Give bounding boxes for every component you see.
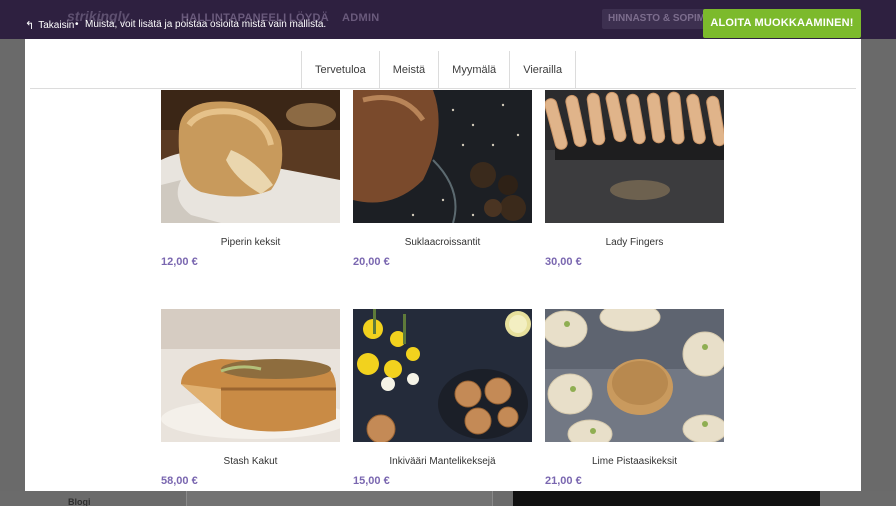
back-label: Takaisin [38, 20, 75, 31]
round-bread-photo [353, 90, 532, 223]
product-card[interactable]: Suklaacroissantit 20,00 € [353, 90, 532, 268]
lady-fingers-photo [545, 90, 724, 223]
almond-cookies-photo [353, 309, 532, 442]
site-navigation: Tervetuloa Meistä Myymälä Vierailla [30, 51, 856, 89]
product-name: Suklaacroissantit [404, 237, 481, 248]
background-editor-left [0, 39, 25, 506]
quiche-photo [161, 309, 340, 442]
background-black-block [513, 491, 820, 506]
editor-topbar: strikingly HALLINTAPANEELI LÖYDÄ ADMIN H… [0, 0, 896, 39]
product-card[interactable]: Lime Pistaasikeksit 21,00 € [545, 309, 724, 487]
product-price: 20,00 € [353, 256, 390, 268]
product-card[interactable]: Inkivääri Mantelikeksejä 15,00 € [353, 309, 532, 487]
product-price: 12,00 € [161, 256, 198, 268]
template-notice: Muista, voit lisätä ja poistaa osioita m… [85, 19, 327, 30]
tab-tervetuloa[interactable]: Tervetuloa [301, 51, 379, 89]
template-preview: Tervetuloa Meistä Myymälä Vierailla Pipe… [25, 39, 861, 491]
background-editor-right [861, 39, 896, 506]
start-editing-button[interactable]: ALOITA MUOKKAAMINEN! [703, 9, 861, 38]
background-field [186, 491, 493, 506]
back-arrow-icon: ↰ [25, 20, 35, 32]
tab-meista[interactable]: Meistä [378, 51, 438, 89]
ghost-pricing-button: HINNASTO & SOPIMUKSET [602, 9, 710, 29]
tab-vierailla[interactable]: Vierailla [509, 51, 577, 89]
product-price: 21,00 € [545, 475, 582, 487]
product-name: Lime Pistaasikeksit [591, 456, 678, 467]
tab-myymala[interactable]: Myymälä [438, 51, 509, 89]
back-link[interactable]: ↰ Takaisin [25, 19, 74, 32]
product-card[interactable]: Stash Kakut 58,00 € [161, 309, 340, 487]
product-name: Piperin keksit [220, 237, 281, 248]
bullet-separator: • [75, 19, 79, 30]
pistachio-cookies-photo [545, 309, 724, 442]
ghost-nav-admin: ADMIN [342, 12, 380, 24]
product-name: Inkivääri Mantelikeksejä [389, 456, 496, 467]
product-name: Lady Fingers [605, 237, 664, 248]
product-card[interactable]: Lady Fingers 30,00 € [545, 90, 724, 268]
nav-tabs: Tervetuloa Meistä Myymälä Vierailla [301, 51, 577, 89]
product-name: Stash Kakut [223, 456, 278, 467]
product-price: 15,00 € [353, 475, 390, 487]
product-card[interactable]: Piperin keksit 12,00 € [161, 90, 340, 268]
bread-loaf-photo [161, 90, 340, 223]
background-blog-label: Blogi [68, 497, 91, 506]
product-price: 30,00 € [545, 256, 582, 268]
product-price: 58,00 € [161, 475, 198, 487]
